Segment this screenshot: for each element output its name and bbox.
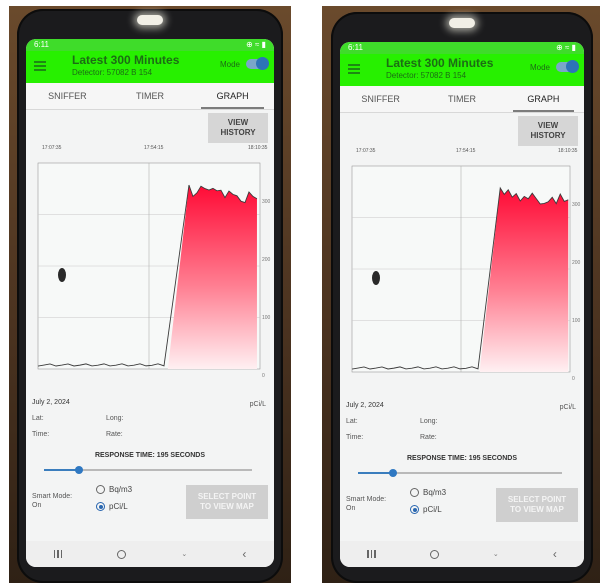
status-bar: 6:11 ⊕ ≈ ▮ — [26, 39, 274, 51]
y-tick-label: 100 — [572, 318, 581, 324]
recent-apps-icon[interactable] — [53, 550, 63, 558]
radio-bqm3[interactable]: Bq/m3 — [410, 488, 446, 497]
phone-left: 6:11 ⊕ ≈ ▮ Latest 300 Minutes Detector: … — [17, 9, 283, 583]
rate-label: Rate: — [420, 434, 437, 441]
radio-icon[interactable] — [410, 488, 419, 497]
photo-right: 6:11 ⊕ ≈ ▮ Latest 300 Minutes Detector: … — [322, 6, 600, 583]
lat-label: Lat: — [32, 415, 44, 422]
y-tick-label: 300 — [262, 199, 271, 205]
app-bar: Latest 300 Minutes Detector: 57082 B 154… — [340, 54, 584, 86]
long-label: Long: — [420, 418, 438, 425]
time-label-mid: 17:54:15 — [456, 148, 476, 154]
y-tick-label: 200 — [262, 257, 271, 263]
dropdown-icon[interactable]: ⌄ — [493, 550, 499, 558]
home-icon[interactable] — [117, 549, 127, 559]
phone-screen: 6:11 ⊕ ≈ ▮ Latest 300 Minutes Detector: … — [340, 42, 584, 567]
graph-area: 17:07:35 17:54:15 18:10:35 300 200 100 0 — [26, 145, 274, 390]
menu-icon[interactable] — [348, 64, 360, 74]
graph-date: July 2, 2024 — [346, 402, 384, 409]
radio-pcil[interactable]: pCi/L — [410, 505, 442, 514]
mode-label: Mode — [219, 59, 240, 69]
phone-screen: 6:11 ⊕ ≈ ▮ Latest 300 Minutes Detector: … — [26, 39, 274, 567]
graph-unit: pCi/L — [249, 401, 266, 408]
status-icons: ⊕ ≈ ▮ — [246, 40, 266, 49]
graph-date: July 2, 2024 — [32, 399, 70, 406]
app-title: Latest 300 Minutes — [386, 56, 494, 70]
tab-graph[interactable]: GRAPH — [503, 86, 584, 112]
tab-graph[interactable]: GRAPH — [191, 83, 274, 109]
response-time: RESPONSE TIME: 195 SECONDS — [94, 452, 206, 459]
select-point-button[interactable]: SELECT POINT TO VIEW MAP — [496, 488, 578, 522]
response-slider[interactable] — [358, 469, 562, 477]
radio-icon-selected[interactable] — [410, 505, 419, 514]
y-tick-label: 300 — [572, 202, 581, 208]
camera-flash — [449, 18, 475, 28]
y-tick-label: 200 — [572, 260, 581, 266]
recent-apps-icon[interactable] — [367, 550, 376, 558]
radio-bqm3[interactable]: Bq/m3 — [96, 485, 132, 494]
mode-label: Mode — [529, 62, 550, 72]
dropdown-icon[interactable]: ⌄ — [181, 550, 187, 558]
tab-timer[interactable]: TIMER — [421, 86, 502, 112]
marker-pin — [58, 268, 66, 282]
time-field-label: Time: — [346, 434, 364, 441]
marker-pin — [372, 271, 380, 285]
status-time: 6:11 — [348, 43, 363, 52]
slider-thumb[interactable] — [75, 466, 84, 474]
y-tick-label: 100 — [262, 315, 271, 321]
mode-toggle[interactable] — [246, 57, 269, 70]
graph-area: 17:07:35 17:54:15 18:10:35 300 200 100 0 — [340, 148, 584, 393]
lat-label: Lat: — [346, 418, 358, 425]
phone-right: 6:11 ⊕ ≈ ▮ Latest 300 Minutes Detector: … — [331, 12, 593, 583]
graph-unit: pCi/L — [559, 404, 576, 411]
view-history-button[interactable]: VIEW HISTORY — [518, 116, 578, 146]
time-field-label: Time: — [32, 431, 50, 438]
tab-sniffer[interactable]: SNIFFER — [340, 86, 421, 112]
time-label-mid: 17:54:15 — [144, 145, 164, 151]
status-icons: ⊕ ≈ ▮ — [556, 43, 576, 52]
radon-graph[interactable]: 300 200 100 0 — [340, 158, 584, 383]
tab-bar: SNIFFER TIMER GRAPH — [26, 83, 274, 110]
tab-bar: SNIFFER TIMER GRAPH — [340, 86, 584, 113]
app-subtitle: Detector: 57082 B 154 — [386, 71, 467, 80]
app-bar: Latest 300 Minutes Detector: 57082 B 154… — [26, 51, 274, 83]
long-label: Long: — [106, 415, 124, 422]
time-label-end: 18:10:35 — [248, 145, 268, 151]
time-label-start: 17:07:35 — [356, 148, 376, 154]
radio-icon-selected[interactable] — [96, 502, 105, 511]
y-tick-label: 0 — [262, 373, 265, 379]
nav-bar: ⌄ ‹ — [340, 541, 584, 567]
tab-timer[interactable]: TIMER — [109, 83, 192, 109]
photo-left: 6:11 ⊕ ≈ ▮ Latest 300 Minutes Detector: … — [9, 6, 291, 583]
status-time: 6:11 — [34, 40, 49, 49]
menu-icon[interactable] — [34, 61, 46, 71]
mode-toggle[interactable] — [556, 60, 579, 73]
radio-pcil[interactable]: pCi/L — [96, 502, 128, 511]
response-time: RESPONSE TIME: 195 SECONDS — [406, 455, 518, 462]
radon-graph[interactable]: 300 200 100 0 — [26, 155, 274, 380]
smart-mode-label: Smart Mode: On — [346, 496, 387, 512]
radio-icon[interactable] — [96, 485, 105, 494]
camera-flash — [137, 15, 163, 25]
app-subtitle: Detector: 57082 B 154 — [72, 68, 153, 77]
tab-sniffer[interactable]: SNIFFER — [26, 83, 109, 109]
home-icon[interactable] — [429, 549, 439, 559]
back-icon[interactable]: ‹ — [242, 547, 246, 561]
smart-mode-label: Smart Mode: On — [32, 493, 73, 509]
time-label-end: 18:10:35 — [558, 148, 578, 154]
y-tick-label: 0 — [572, 376, 575, 382]
select-point-button[interactable]: SELECT POINT TO VIEW MAP — [186, 485, 268, 519]
response-slider[interactable] — [44, 466, 252, 474]
slider-thumb[interactable] — [388, 469, 397, 477]
nav-bar: ⌄ ‹ — [26, 541, 274, 567]
status-bar: 6:11 ⊕ ≈ ▮ — [340, 42, 584, 54]
rate-label: Rate: — [106, 431, 123, 438]
time-label-start: 17:07:35 — [42, 145, 62, 151]
view-history-button[interactable]: VIEW HISTORY — [208, 113, 268, 143]
app-title: Latest 300 Minutes — [72, 53, 180, 67]
back-icon[interactable]: ‹ — [553, 547, 557, 561]
